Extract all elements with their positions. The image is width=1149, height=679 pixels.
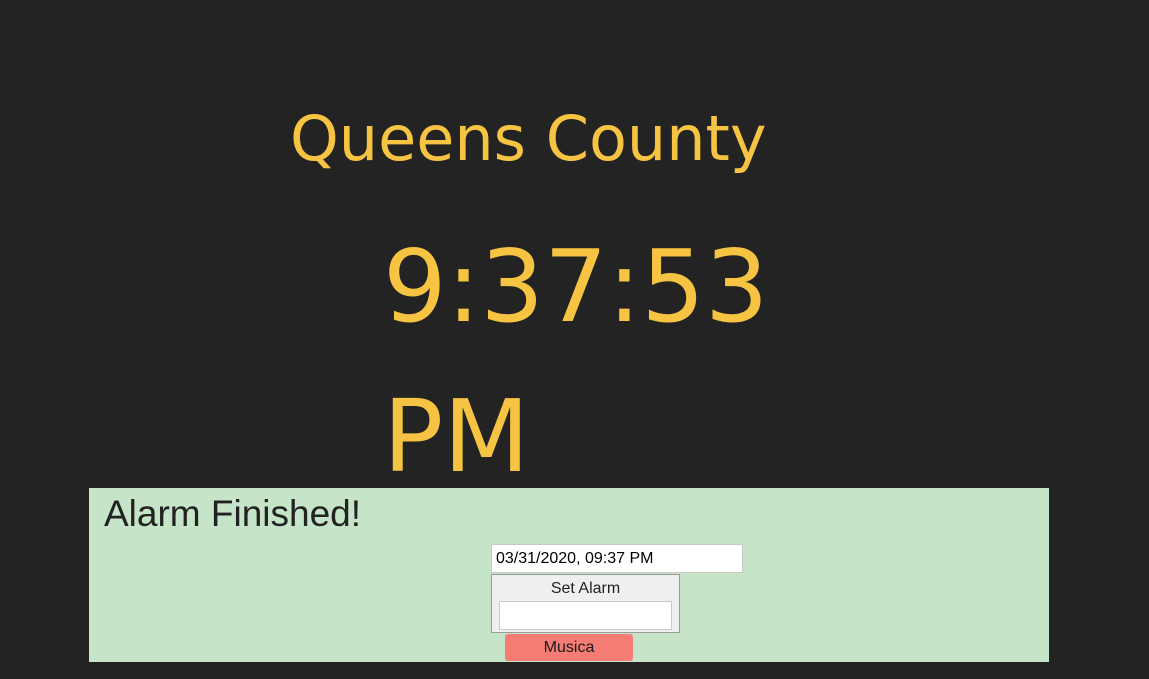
set-alarm-input[interactable] bbox=[499, 601, 672, 630]
music-button[interactable]: Musica bbox=[505, 634, 633, 661]
location-title: Queens County bbox=[290, 102, 767, 175]
alarm-status-message: Alarm Finished! bbox=[104, 493, 362, 534]
clock-page: Queens County 9:37:53 PM Alarm Finished!… bbox=[0, 0, 1149, 679]
set-alarm-button[interactable]: Set Alarm bbox=[491, 574, 680, 633]
set-alarm-label: Set Alarm bbox=[550, 580, 621, 597]
alarm-panel: Alarm Finished! 03/31/2020, 09:37 PM Set… bbox=[89, 488, 1049, 662]
alarm-datetime-field[interactable]: 03/31/2020, 09:37 PM bbox=[491, 544, 743, 573]
current-time: 9:37:53 PM bbox=[383, 228, 769, 495]
